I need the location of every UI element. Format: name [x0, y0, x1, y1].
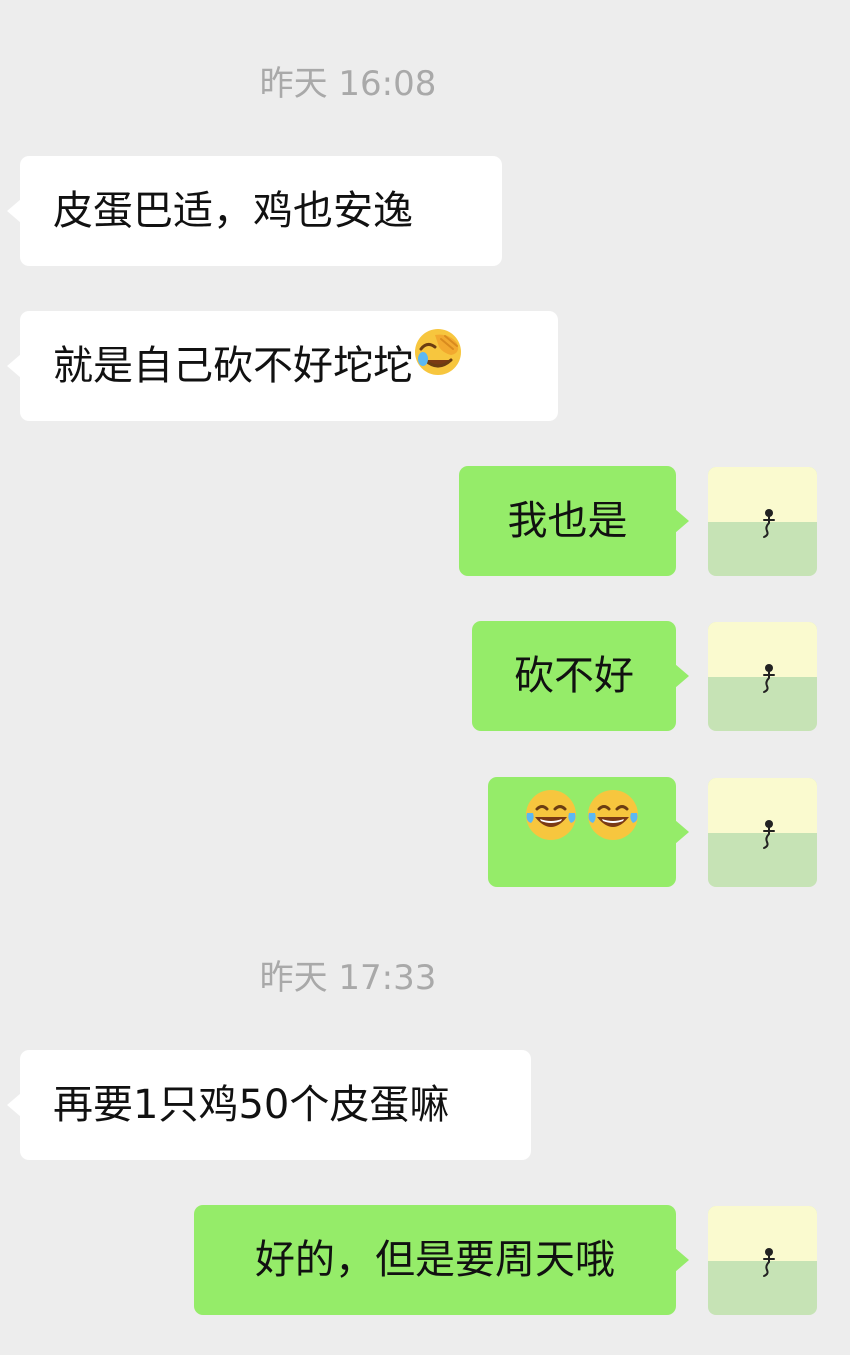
message-text: 就是自己砍不好坨坨	[53, 343, 413, 389]
message-bubble-outgoing[interactable]: 我也是	[459, 466, 689, 576]
message-bubble-outgoing[interactable]	[488, 775, 689, 887]
message-text: 再要1只鸡50个皮蛋嘛	[53, 1082, 450, 1128]
message-bubble-incoming[interactable]: 皮蛋巴适，鸡也安逸	[7, 156, 502, 266]
message-bubble-incoming[interactable]: 再要1只鸡50个皮蛋嘛	[7, 1050, 531, 1160]
timestamp: 昨天 16:08	[259, 64, 437, 104]
figure-avatar-icon	[763, 820, 775, 849]
message-text: 好的，但是要周天哦	[255, 1237, 615, 1283]
face-with-hand-over-eyes-icon	[413, 309, 463, 419]
avatar[interactable]	[708, 467, 817, 576]
avatar[interactable]	[708, 778, 817, 887]
figure-avatar-icon	[763, 1248, 775, 1277]
tears-of-joy-icon	[585, 775, 641, 885]
message-bubble-outgoing[interactable]: 砍不好	[472, 621, 689, 731]
message-text: 砍不好	[514, 653, 634, 699]
avatar[interactable]	[708, 1206, 817, 1315]
message-text: 我也是	[507, 498, 628, 544]
message-bubble-outgoing[interactable]: 好的，但是要周天哦	[194, 1205, 689, 1315]
figure-avatar-icon	[763, 509, 775, 538]
timestamp: 昨天 17:33	[259, 958, 437, 998]
message-text: 皮蛋巴适，鸡也安逸	[53, 188, 413, 234]
avatar[interactable]	[708, 622, 817, 731]
message-bubble-incoming[interactable]: 就是自己砍不好坨坨	[7, 309, 558, 421]
chat-message-list[interactable]: 昨天 16:08 皮蛋巴适，鸡也安逸 就是自己砍不好坨坨 我也是 砍不好 昨天 …	[0, 0, 850, 1355]
tears-of-joy-icon	[523, 775, 579, 885]
figure-avatar-icon	[763, 664, 775, 693]
